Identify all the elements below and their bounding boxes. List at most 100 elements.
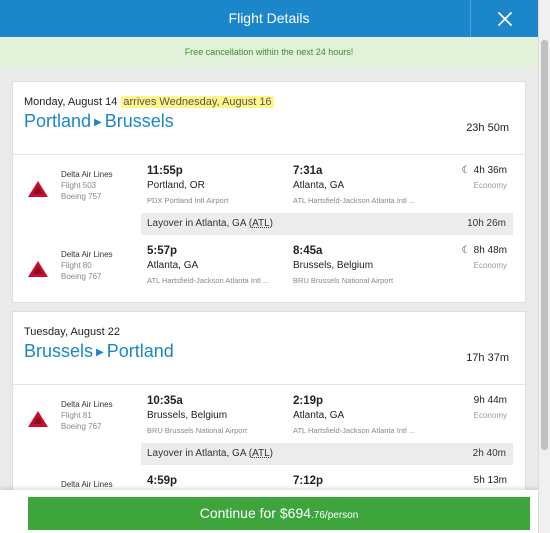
segment-duration: 5h 13m [473,475,507,486]
layover-duration: 10h 26m [467,218,506,229]
outbound-total-duration: 23h 50m [466,122,509,134]
departure-airport: PDX Portland Intl Airport [147,196,229,205]
route-arrow-icon: ▶ [94,117,102,128]
segment-summary: 9h 44m Economy [474,395,507,420]
continue-label: Continue for [199,505,280,521]
layover-duration: 2h 40m [472,448,506,459]
page-title: Flight Details [228,10,310,26]
layover-airport-code[interactable]: ATL [252,218,270,229]
flight-segment: Delta Air Lines Flight 81 Boeing 767 10:… [13,385,525,443]
arrival-city: Atlanta, GA [293,180,345,191]
flight-segment: Delta Air Lines Flight 80 Boeing 767 5:5… [13,235,525,293]
overnight-moon-icon: ☾ [461,245,471,256]
route-arrow-icon: ▶ [96,347,104,358]
layover-bar: Layover in Atlanta, GA (ATL) 10h 26m [141,213,513,235]
arrival-airport: ATL Hartsfield-Jackson Atlanta Intl ... [293,196,416,205]
arrival-airport: BRU Brussels National Airport [293,276,394,285]
delta-logo-icon [28,411,48,427]
segment-summary: ☾ 4h 36m Economy [462,165,507,190]
flight-number: Flight 80 [61,261,92,270]
outbound-date: Monday, August 14 [24,96,118,108]
continue-button[interactable]: Continue for $694.76/person [28,497,530,530]
arrival-time: 2:19p [293,395,324,407]
layover-airport-code[interactable]: ATL [252,448,270,459]
footer-bar: Continue for $694.76/person [0,490,538,533]
departure-info: 5:57p Atlanta, GA ATL Hartsfield-Jackson… [147,245,287,285]
segment-summary: 5h 13m [474,475,507,486]
flight-number: Flight 81 [61,411,92,420]
airline-info: Delta Air Lines Flight 503 Boeing 757 [61,169,113,202]
header-bar: Flight Details [0,0,538,37]
departure-info: 11:55p Portland, OR PDX Portland Intl Ai… [147,165,287,205]
layover-suffix: ) [269,448,274,459]
airline-name: Delta Air Lines [61,400,113,409]
segment-duration: 4h 36m [473,165,507,176]
cabin-class: Economy [473,411,507,420]
segment-duration: 9h 44m [473,395,507,406]
route-origin: Portland [24,111,92,131]
segment-duration: 8h 48m [473,245,507,256]
departure-time: 4:59p [147,475,178,487]
arrival-info: 2:19p Atlanta, GA ATL Hartsfield-Jackson… [293,395,438,435]
page-scrollbar[interactable] [538,0,550,533]
close-button[interactable] [470,0,538,37]
flight-number: Flight 503 [61,181,97,190]
arrival-time: 7:12p [293,475,324,487]
arrival-info: 8:45a Brussels, Belgium BRU Brussels Nat… [293,245,438,285]
arrival-info: 7:12p [293,475,438,487]
return-date-line: Tuesday, August 22 [24,326,514,338]
airline-name: Delta Air Lines [61,480,113,489]
outbound-date-line: Monday, August 14 arrives Wednesday, Augu… [24,96,514,108]
return-date: Tuesday, August 22 [24,326,121,338]
flight-segment: Delta Air Lines Flight 503 Boeing 757 11… [13,155,525,213]
aircraft-type: Boeing 767 [61,422,102,431]
return-header: Tuesday, August 22 Brussels ▶ Portland 17h… [13,312,525,385]
layover-bar: Layover in Atlanta, GA (ATL) 2h 40m [141,443,513,465]
segment-summary: ☾ 8h 48m Economy [462,245,507,270]
itinerary-scroll-area[interactable]: Monday, August 14 arrives Wednesday, Augu… [0,67,538,533]
cabin-class: Economy [473,181,507,190]
outbound-header: Monday, August 14 arrives Wednesday, Augu… [13,82,525,155]
airline-info: Delta Air Lines Flight 80 Boeing 767 [61,249,113,282]
departure-time: 5:57p [147,245,178,257]
airline-name: Delta Air Lines [61,250,113,259]
departure-info: 4:59p [147,475,287,487]
layover-prefix: Layover in Atlanta, GA ( [147,448,253,459]
arrival-date-highlight: arrives Wednesday, August 16 [121,96,274,108]
route-destination: Brussels [104,111,174,131]
delta-logo-icon [28,261,48,277]
route-destination: Portland [106,341,174,361]
arrival-time: 7:31a [293,165,323,177]
price-cents: .76/person [311,510,359,521]
departure-city: Brussels, Belgium [147,410,228,421]
arrival-airport: ATL Hartsfield-Jackson Atlanta Intl ... [293,426,416,435]
delta-logo-icon [28,181,48,197]
return-total-duration: 17h 37m [466,352,509,364]
aircraft-type: Boeing 767 [61,272,102,281]
departure-info: 10:35a Brussels, Belgium BRU Brussels Na… [147,395,287,435]
overnight-moon-icon: ☾ [461,165,471,176]
departure-airport: BRU Brussels National Airport [147,426,248,435]
scrollbar-thumb[interactable] [541,40,548,450]
layover-suffix: ) [269,218,274,229]
arrival-info: 7:31a Atlanta, GA ATL Hartsfield-Jackson… [293,165,438,205]
arrival-time: 8:45a [293,245,323,257]
price-main: $694 [279,505,312,521]
layover-prefix: Layover in Atlanta, GA ( [147,218,253,229]
outbound-card: Monday, August 14 arrives Wednesday, Augu… [12,81,526,303]
airline-info: Delta Air Lines [61,479,113,490]
cabin-class: Economy [473,261,507,270]
departure-city: Portland, OR [147,180,205,191]
departure-time: 10:35a [147,395,183,407]
return-route: Brussels ▶ Portland [24,341,514,362]
arrival-city: Atlanta, GA [293,410,345,421]
arrival-city: Brussels, Belgium [293,260,374,271]
outbound-route: Portland ▶ Brussels [24,111,514,132]
close-icon [497,11,512,26]
cancellation-notice: Free cancellation within the next 24 hou… [0,37,538,67]
departure-time: 11:55p [147,165,183,177]
departure-city: Atlanta, GA [147,260,199,271]
airline-name: Delta Air Lines [61,170,113,179]
route-origin: Brussels [24,341,94,361]
departure-airport: ATL Hartsfield-Jackson Atlanta Intl ... [147,276,270,285]
